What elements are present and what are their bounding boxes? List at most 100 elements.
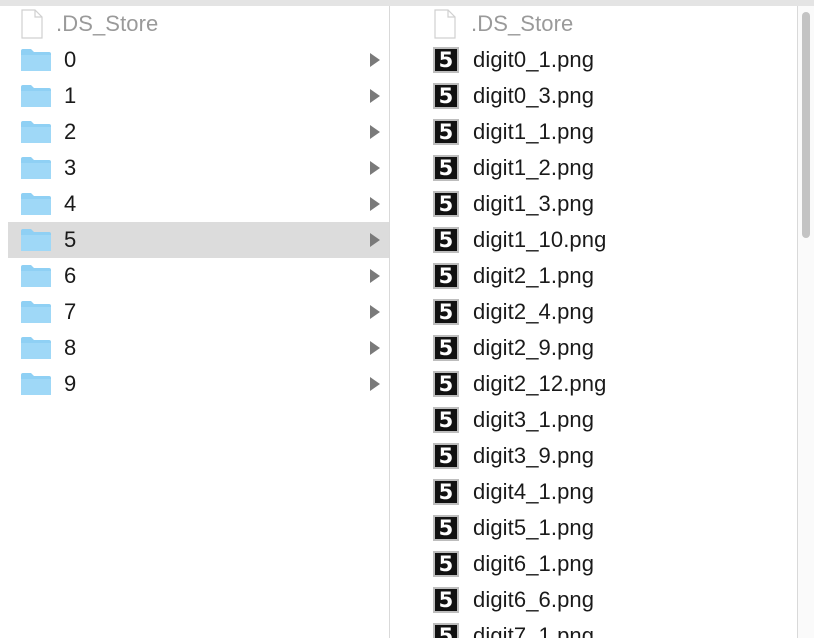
image-thumbnail-icon: 5 <box>433 623 459 638</box>
item-label: digit4_1.png <box>473 479 595 504</box>
list-item-ds-store[interactable]: .DS_Store <box>390 6 797 42</box>
file-item[interactable]: 5 digit7_1.png <box>390 618 797 638</box>
item-label: .DS_Store <box>471 11 574 36</box>
chevron-right-icon <box>370 89 380 103</box>
item-label: digit6_6.png <box>473 587 595 612</box>
item-label: digit6_1.png <box>473 551 595 576</box>
folder-icon <box>20 119 52 145</box>
list-item-ds-store[interactable]: .DS_Store <box>0 6 389 42</box>
image-thumbnail-icon: 5 <box>433 155 459 181</box>
chevron-right-icon <box>370 377 380 391</box>
file-item[interactable]: 5 digit4_1.png <box>390 474 797 510</box>
chevron-right-icon <box>370 161 380 175</box>
file-item[interactable]: 5 digit1_10.png <box>390 222 797 258</box>
folder-icon <box>20 371 52 397</box>
file-item[interactable]: 5 digit3_1.png <box>390 402 797 438</box>
file-item[interactable]: 5 digit1_1.png <box>390 114 797 150</box>
item-label: 5 <box>64 227 77 252</box>
image-thumbnail-icon: 5 <box>433 371 459 397</box>
item-label: 2 <box>64 119 77 144</box>
item-label: .DS_Store <box>56 11 159 36</box>
image-thumbnail-icon: 5 <box>433 263 459 289</box>
file-item[interactable]: 5 digit5_1.png <box>390 510 797 546</box>
image-thumbnail-icon: 5 <box>433 515 459 541</box>
folder-item-9[interactable]: 9 <box>0 366 389 402</box>
item-label: digit0_3.png <box>473 83 595 108</box>
chevron-right-icon <box>370 269 380 283</box>
item-label: digit1_2.png <box>473 155 595 180</box>
item-label: digit5_1.png <box>473 515 595 540</box>
item-label: 7 <box>64 299 77 324</box>
folder-icon <box>20 335 52 361</box>
folder-item-8[interactable]: 8 <box>0 330 389 366</box>
document-icon <box>433 9 457 39</box>
file-column[interactable]: .DS_Store 5 digit0_1.png 5 digit0_3.png 5d… <box>390 6 797 638</box>
file-item[interactable]: 5 digit6_6.png <box>390 582 797 618</box>
chevron-right-icon <box>370 53 380 67</box>
file-item[interactable]: 5 digit2_9.png <box>390 330 797 366</box>
item-label: digit2_4.png <box>473 299 595 324</box>
file-item[interactable]: 5 digit1_2.png <box>390 150 797 186</box>
item-label: 8 <box>64 335 77 360</box>
folder-icon <box>20 227 52 253</box>
folder-item-0[interactable]: 0 <box>0 42 389 78</box>
item-label: digit1_10.png <box>473 227 607 252</box>
folder-icon <box>20 155 52 181</box>
folder-item-2[interactable]: 2 <box>0 114 389 150</box>
folder-icon <box>20 83 52 109</box>
file-item[interactable]: 5 digit3_9.png <box>390 438 797 474</box>
image-thumbnail-icon: 5 <box>433 119 459 145</box>
file-item[interactable]: 5 digit1_3.png <box>390 186 797 222</box>
folder-icon <box>20 263 52 289</box>
document-icon <box>20 9 44 39</box>
folder-item-7[interactable]: 7 <box>0 294 389 330</box>
image-thumbnail-icon: 5 <box>433 551 459 577</box>
file-item[interactable]: 5 digit2_4.png <box>390 294 797 330</box>
item-label: digit2_9.png <box>473 335 595 360</box>
file-item[interactable]: 5 digit2_1.png <box>390 258 797 294</box>
item-label: digit2_1.png <box>473 263 595 288</box>
item-label: 0 <box>64 47 77 72</box>
folder-item-6[interactable]: 6 <box>0 258 389 294</box>
item-label: digit1_1.png <box>473 119 595 144</box>
folder-item-3[interactable]: 3 <box>0 150 389 186</box>
chevron-right-icon <box>370 233 380 247</box>
folder-column[interactable]: .DS_Store 0 1 2 3 4 5 6 7 8 9 <box>0 6 389 638</box>
folder-item-5[interactable]: 5 <box>8 222 389 258</box>
item-label: 3 <box>64 155 77 180</box>
folder-item-1[interactable]: 1 <box>0 78 389 114</box>
item-label: 6 <box>64 263 77 288</box>
file-item[interactable]: 5 digit6_1.png <box>390 546 797 582</box>
item-label: digit2_12.png <box>473 371 607 396</box>
item-label: 4 <box>64 191 77 216</box>
chevron-right-icon <box>370 341 380 355</box>
image-thumbnail-icon: 5 <box>433 335 459 361</box>
image-thumbnail-icon: 5 <box>433 299 459 325</box>
item-label: 1 <box>64 83 77 108</box>
image-thumbnail-icon: 5 <box>433 443 459 469</box>
item-label: digit3_9.png <box>473 443 595 468</box>
image-thumbnail-icon: 5 <box>433 479 459 505</box>
image-thumbnail-icon: 5 <box>433 191 459 217</box>
image-thumbnail-icon: 5 <box>433 227 459 253</box>
item-label: digit3_1.png <box>473 407 595 432</box>
scrollbar-thumb[interactable] <box>802 12 810 238</box>
item-label: digit1_3.png <box>473 191 595 216</box>
folder-icon <box>20 191 52 217</box>
item-label: digit0_1.png <box>473 47 595 72</box>
image-thumbnail-icon: 5 <box>433 587 459 613</box>
file-item[interactable]: 5 digit2_12.png <box>390 366 797 402</box>
vertical-scrollbar[interactable] <box>798 6 814 638</box>
chevron-right-icon <box>370 305 380 319</box>
chevron-right-icon <box>370 197 380 211</box>
item-label: digit7_1.png <box>473 623 595 638</box>
folder-icon <box>20 47 52 73</box>
image-thumbnail-icon: 5 <box>433 47 459 73</box>
folder-item-4[interactable]: 4 <box>0 186 389 222</box>
image-thumbnail-icon: 5 <box>433 407 459 433</box>
folder-icon <box>20 299 52 325</box>
chevron-right-icon <box>370 125 380 139</box>
image-thumbnail-icon: 5 <box>433 83 459 109</box>
file-item[interactable]: 5 digit0_1.png <box>390 42 797 78</box>
file-item[interactable]: 5 digit0_3.png <box>390 78 797 114</box>
